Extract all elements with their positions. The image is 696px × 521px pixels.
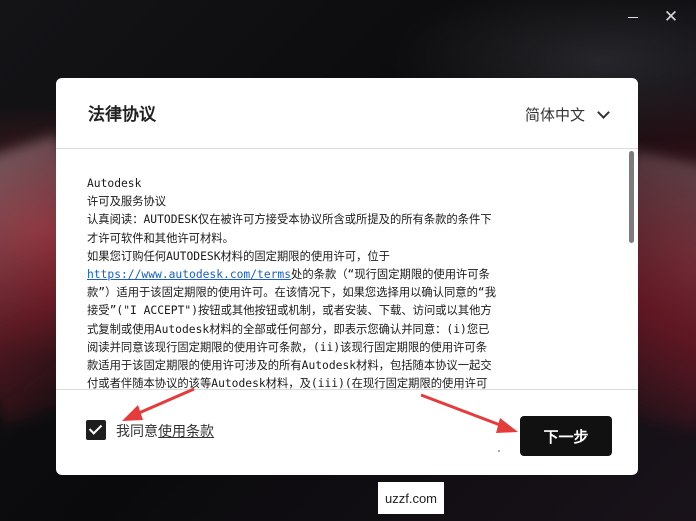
terms-line: 付或者伴随本协议的该等Autodesk材料，及(iii)(在现行固定期限的使用许… [87,377,488,390]
watermark: uzzf.com [378,482,444,514]
minimize-icon[interactable] [618,6,648,28]
terms-line: 款”）适用于该固定期限的使用许可。在该情况下，如果您选择用以确认同意的“我 [87,286,496,300]
terms-scroll-area[interactable]: Autodesk 许可及服务协议认真阅读：AUTODESK仅在被许可方接受本协议所… [56,149,638,390]
terms-of-use-link[interactable]: 使用条款 [158,424,214,440]
terms-line-text: 处的条款（“现行固定期限的使用许可条 [291,268,490,282]
terms-url-link[interactable]: https://www.autodesk.com/terms [87,268,291,281]
chevron-down-icon [597,105,610,119]
terms-text: Autodesk 许可及服务协议认真阅读：AUTODESK仅在被许可方接受本协议所… [87,175,597,390]
terms-line: 款适用于该固定期限的使用许可涉及的所有Autodesk材料，包括随本协议一起交 [87,359,492,373]
terms-line: 式复制或使用Autodesk材料的全部或任何部分，即表示您确认并同意：(i)您已 [87,322,490,336]
language-select[interactable]: 简体中文 [524,104,610,125]
dialog-footer: 我同意使用条款 下一步 [56,390,638,475]
divider-dot [498,450,500,452]
agree-prefix: 我同意 [116,424,158,440]
language-label: 简体中文 [524,106,585,124]
agree-checkbox[interactable] [86,420,106,440]
terms-line: 接受”("I ACCEPT")按钮或其他按钮或机制，或者安装、下载、访问或以其他… [87,304,492,318]
terms-line: 认真阅读：AUTODESK仅在被许可方接受本协议所含或所提及的所有条款的条件下 [87,213,492,227]
terms-line: 如果您订购任何AUTODESK材料的固定期限的使用许可，位于 [87,249,390,263]
agree-label: 我同意使用条款 [116,421,214,441]
scrollbar[interactable] [629,151,635,387]
terms-line: 许可及服务协议 [87,195,167,209]
terms-line: https://www.autodesk.com/terms处的条款（“现行固定… [87,266,597,284]
next-button[interactable]: 下一步 [520,416,612,456]
scrollbar-thumb[interactable] [629,151,634,243]
terms-line: 才许可软件和其他许可材料。 [87,231,234,245]
dialog-title: 法律协议 [88,105,156,125]
legal-agreement-dialog: 法律协议 简体中文 Autodesk 许可及服务协议认真阅读：AUTODESK仅在… [56,78,638,475]
terms-line: Autodesk [87,177,142,190]
dialog-header: 法律协议 简体中文 [56,78,638,149]
close-icon[interactable]: ✕ [656,6,686,28]
terms-line: 阅读并同意该现行固定期限的使用许可条款，(ii)该现行固定期限的使用许可条 [87,340,488,354]
